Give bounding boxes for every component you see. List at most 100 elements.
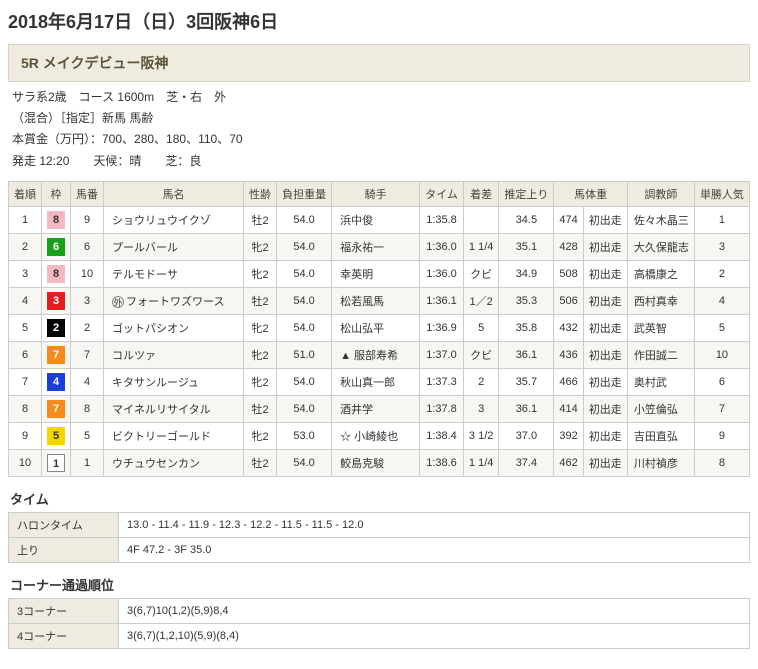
cell-pop: 10 (694, 341, 749, 368)
cell-bweight: 436 (554, 341, 583, 368)
table-row: 522ゴットパシオン牝254.0松山弘平1:36.9535.8432初出走武英智… (9, 314, 750, 341)
cell-margin: 1 1/4 (463, 233, 498, 260)
cell-weight: 54.0 (277, 314, 332, 341)
cell-jockey: ▲ 服部寿希 (332, 341, 420, 368)
cell-weight: 54.0 (277, 395, 332, 422)
cell-agari: 34.9 (499, 260, 554, 287)
cell-sexage: 牝2 (244, 233, 277, 260)
col-num: 馬番 (71, 181, 104, 206)
cell-order: 8 (9, 395, 42, 422)
cell-sexage: 牝2 (244, 314, 277, 341)
cell-waku: 4 (42, 368, 71, 395)
cell-time: 1:38.4 (420, 422, 464, 449)
cell-bweight: 506 (554, 287, 583, 314)
cell-num: 3 (71, 287, 104, 314)
col-pop: 単勝人気 (694, 181, 749, 206)
cell-num: 8 (71, 395, 104, 422)
cell-margin: 3 (463, 395, 498, 422)
cell-waku: 1 (42, 449, 71, 476)
cell-jockey: 酒井学 (332, 395, 420, 422)
cell-order: 5 (9, 314, 42, 341)
cell-waku: 6 (42, 233, 71, 260)
cell-prev: 初出走 (583, 233, 627, 260)
cell-waku: 5 (42, 422, 71, 449)
time-section-title: タイム (10, 489, 750, 508)
cell-time: 1:35.8 (420, 206, 464, 233)
cell-margin: 2 (463, 368, 498, 395)
cell-weight: 54.0 (277, 260, 332, 287)
cell-trainer: 作田誠二 (627, 341, 694, 368)
cell-waku: 7 (42, 395, 71, 422)
page-title: 2018年6月17日（日）3回阪神6日 (8, 8, 750, 34)
cell-pop: 2 (694, 260, 749, 287)
table-row: ハロンタイム13.0 - 11.4 - 11.9 - 12.3 - 12.2 -… (9, 512, 750, 537)
cell-prev: 初出走 (583, 260, 627, 287)
cell-trainer: 奥村武 (627, 368, 694, 395)
cell-value: 3(6,7)10(1,2)(5,9)8,4 (119, 598, 750, 623)
table-row: 433外フォートワズワース牡254.0松若風馬1:36.11／235.3506初… (9, 287, 750, 314)
cell-bweight: 432 (554, 314, 583, 341)
cell-bweight: 474 (554, 206, 583, 233)
cell-num: 4 (71, 368, 104, 395)
cell-jockey: 幸英明 (332, 260, 420, 287)
cell-pop: 5 (694, 314, 749, 341)
table-row: 3810テルモドーサ牝254.0幸英明1:36.0クビ34.9508初出走高橋康… (9, 260, 750, 287)
cell-time: 1:36.0 (420, 260, 464, 287)
race-info-line: （混合）［指定］新馬 馬齢 (12, 109, 750, 128)
cell-horse: 外フォートワズワース (104, 287, 244, 314)
cell-order: 10 (9, 449, 42, 476)
cell-pop: 6 (694, 368, 749, 395)
cell-margin: 5 (463, 314, 498, 341)
cell-sexage: 牡2 (244, 287, 277, 314)
table-row: 266プールバール牝254.0福永祐一1:36.01 1/435.1428初出走… (9, 233, 750, 260)
col-order: 着順 (9, 181, 42, 206)
cell-jockey: 鮫島克駿 (332, 449, 420, 476)
race-info-line: 本賞金（万円）：700、280、180、110、70 (12, 130, 750, 149)
cell-prev: 初出走 (583, 341, 627, 368)
race-info-line: 発走 12:20 天候：晴 芝：良 (12, 152, 750, 171)
cell-pop: 9 (694, 422, 749, 449)
col-weight: 負担重量 (277, 181, 332, 206)
race-info-line: サラ系2歳 コース 1600m 芝・右 外 (12, 88, 750, 107)
table-row: 3コーナー3(6,7)10(1,2)(5,9)8,4 (9, 598, 750, 623)
waku-badge: 7 (47, 346, 65, 364)
cell-margin: クビ (463, 341, 498, 368)
race-header: 5R メイクデビュー阪神 (8, 44, 750, 82)
cell-order: 4 (9, 287, 42, 314)
corner-section-title: コーナー通過順位 (10, 575, 750, 594)
race-info: サラ系2歳 コース 1600m 芝・右 外 （混合）［指定］新馬 馬齢 本賞金（… (8, 88, 750, 171)
cell-order: 6 (9, 341, 42, 368)
table-row: 1011ウチュウセンカン牡254.0鮫島克駿1:38.61 1/437.4462… (9, 449, 750, 476)
cell-trainer: 小笠倫弘 (627, 395, 694, 422)
cell-weight: 54.0 (277, 233, 332, 260)
cell-margin: 1 1/4 (463, 449, 498, 476)
cell-horse: テルモドーサ (104, 260, 244, 287)
waku-badge: 7 (47, 400, 65, 418)
results-table: 着順 枠 馬番 馬名 性齢 負担重量 騎手 タイム 着差 推定上り 馬体重 調教… (8, 181, 750, 477)
cell-order: 7 (9, 368, 42, 395)
cell-trainer: 大久保龍志 (627, 233, 694, 260)
cell-margin: 3 1/2 (463, 422, 498, 449)
cell-trainer: 西村真幸 (627, 287, 694, 314)
table-row: 4コーナー3(6,7)(1,2,10)(5,9)(8,4) (9, 623, 750, 648)
cell-time: 1:38.6 (420, 449, 464, 476)
cell-bweight: 392 (554, 422, 583, 449)
col-trainer: 調教師 (627, 181, 694, 206)
cell-horse: コルツァ (104, 341, 244, 368)
cell-prev: 初出走 (583, 287, 627, 314)
cell-pop: 4 (694, 287, 749, 314)
cell-time: 1:37.8 (420, 395, 464, 422)
waku-badge: 6 (47, 238, 65, 256)
cell-waku: 8 (42, 206, 71, 233)
cell-weight: 54.0 (277, 206, 332, 233)
cell-horse: ゴットパシオン (104, 314, 244, 341)
cell-prev: 初出走 (583, 368, 627, 395)
cell-agari: 37.4 (499, 449, 554, 476)
col-margin: 着差 (463, 181, 498, 206)
cell-num: 10 (71, 260, 104, 287)
cell-margin: 1／2 (463, 287, 498, 314)
cell-horse: ショウリュウイクゾ (104, 206, 244, 233)
waku-badge: 1 (47, 454, 65, 472)
cell-margin: クビ (463, 260, 498, 287)
cell-horse: ビクトリーゴールド (104, 422, 244, 449)
